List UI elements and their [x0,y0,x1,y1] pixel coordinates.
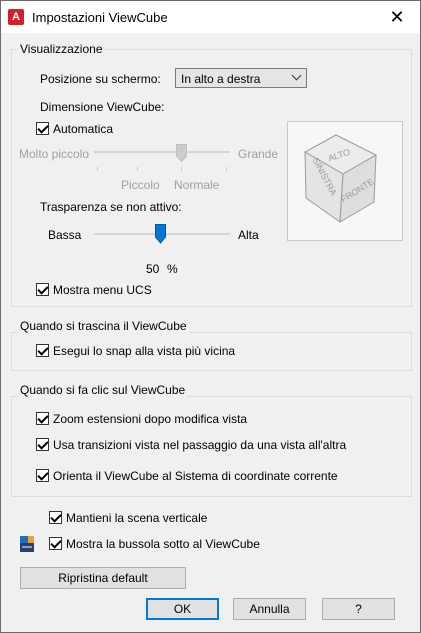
size-tick-small-label: Piccolo [121,178,160,192]
drag-group-legend: Quando si trascina il ViewCube [18,319,189,333]
window-title: Impostazioni ViewCube [32,10,168,25]
automatic-label: Automatica [53,122,114,136]
screen-position-value: In alto a destra [181,72,261,86]
chevron-down-icon [291,70,302,81]
close-icon[interactable]: ✕ [374,1,420,33]
transparency-unit: % [167,262,178,276]
keep-scene-upright-label: Mantieni la scena verticale [66,511,208,525]
size-slider-thumb[interactable] [176,144,187,162]
orient-to-ucs-checkbox[interactable] [36,469,49,482]
transparency-slider-thumb[interactable] [155,224,166,244]
keep-scene-upright-checkbox[interactable] [49,511,62,524]
size-slider-track [94,151,230,153]
size-slider-tick [181,167,182,171]
size-max-label: Grande [238,147,279,161]
title-bar: A Impostazioni ViewCube ✕ [1,1,420,33]
view-transitions-checkbox[interactable] [36,438,49,451]
autocad-app-icon: A [8,9,24,25]
click-group-legend: Quando si fa clic sul ViewCube [18,383,188,397]
size-min-label: Molto piccolo [19,147,90,161]
ok-button[interactable]: OK [146,598,219,620]
show-ucs-menu-label: Mostra menu UCS [53,283,152,297]
transparency-value: 50 [146,262,160,276]
help-button[interactable]: ? [322,598,395,620]
compass-icon [20,536,34,552]
screen-position-select[interactable]: In alto a destra [175,68,307,88]
show-compass-label: Mostra la bussola sotto al ViewCube [66,537,260,551]
snap-to-view-checkbox[interactable] [36,344,49,357]
transparency-low-label: Bassa [48,228,82,242]
snap-to-view-label: Esegui lo snap alla vista più vicina [53,344,236,358]
transparency-label: Trasparenza se non attivo: [40,200,182,214]
restore-defaults-button[interactable]: Ripristina default [20,567,186,589]
screen-position-label: Posizione su schermo: [40,72,161,86]
automatic-checkbox[interactable] [36,122,49,135]
viewcube-preview: ALTO SINISTRA FRONTE [287,121,403,241]
show-ucs-menu-checkbox[interactable] [36,283,49,296]
view-transitions-label: Usa transizioni vista nel passaggio da u… [53,438,347,452]
size-tick-normal-label: Normale [174,178,220,192]
size-slider-tick [97,167,98,171]
size-slider-tick [226,167,227,171]
display-group-legend: Visualizzazione [18,42,105,56]
show-compass-checkbox[interactable] [49,537,62,550]
orient-to-ucs-label: Orienta il ViewCube al Sistema di coordi… [53,469,338,483]
zoom-extents-label: Zoom estensioni dopo modifica vista [53,412,248,426]
viewcube-image: ALTO SINISTRA FRONTE [303,134,378,223]
zoom-extents-checkbox[interactable] [36,412,49,425]
size-slider-tick [137,167,138,171]
transparency-high-label: Alta [238,228,259,242]
viewcube-settings-dialog: A Impostazioni ViewCube ✕ Visualizzazion… [0,0,421,633]
cube-size-label: Dimensione ViewCube: [40,100,165,114]
cancel-button[interactable]: Annulla [233,598,306,620]
